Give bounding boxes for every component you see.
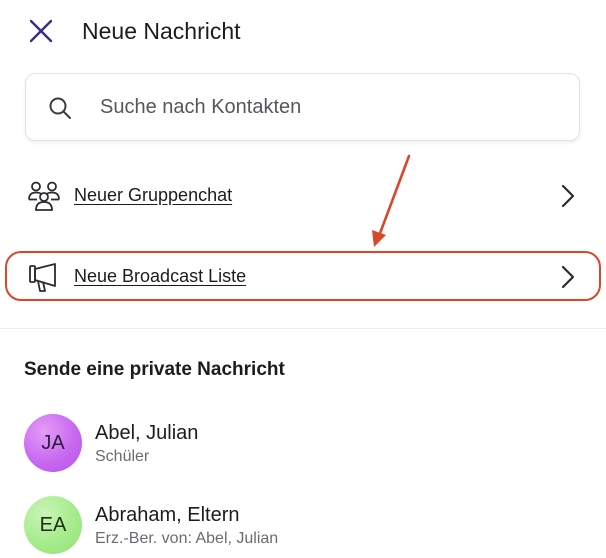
close-icon	[29, 19, 53, 43]
search-box[interactable]	[25, 73, 580, 141]
new-group-chat-label: Neuer Gruppenchat	[74, 185, 233, 205]
header: Neue Nachricht	[0, 0, 606, 64]
divider	[0, 328, 606, 329]
contact-name: Abraham, Eltern	[95, 504, 240, 526]
contact-role: Erz.-Ber. von: Abel, Julian	[95, 530, 279, 547]
avatar: JA	[24, 414, 82, 472]
chevron-right-icon	[561, 184, 575, 208]
new-broadcast-list-label: Neue Broadcast Liste	[74, 266, 247, 286]
avatar: EA	[24, 496, 82, 554]
contact-item[interactable]: EA Abraham, Eltern Erz.-Ber. von: Abel, …	[0, 490, 606, 558]
chevron-right-icon	[561, 265, 575, 289]
megaphone-icon	[29, 263, 56, 292]
contact-name: Abel, Julian	[95, 422, 199, 444]
page-title: Neue Nachricht	[82, 18, 241, 44]
close-button[interactable]	[26, 16, 56, 46]
contact-role: Schüler	[95, 448, 150, 465]
section-title: Sende eine private Nachricht	[24, 359, 285, 380]
new-broadcast-list-row[interactable]: Neue Broadcast Liste	[0, 249, 606, 305]
contact-item[interactable]: JA Abel, Julian Schüler	[0, 408, 606, 478]
new-group-chat-row[interactable]: Neuer Gruppenchat	[0, 168, 606, 224]
group-icon	[28, 181, 60, 211]
search-input[interactable]	[100, 86, 550, 128]
new-message-screen: Neue Nachricht Neuer Gruppenchat	[0, 0, 606, 558]
search-icon	[49, 97, 71, 119]
